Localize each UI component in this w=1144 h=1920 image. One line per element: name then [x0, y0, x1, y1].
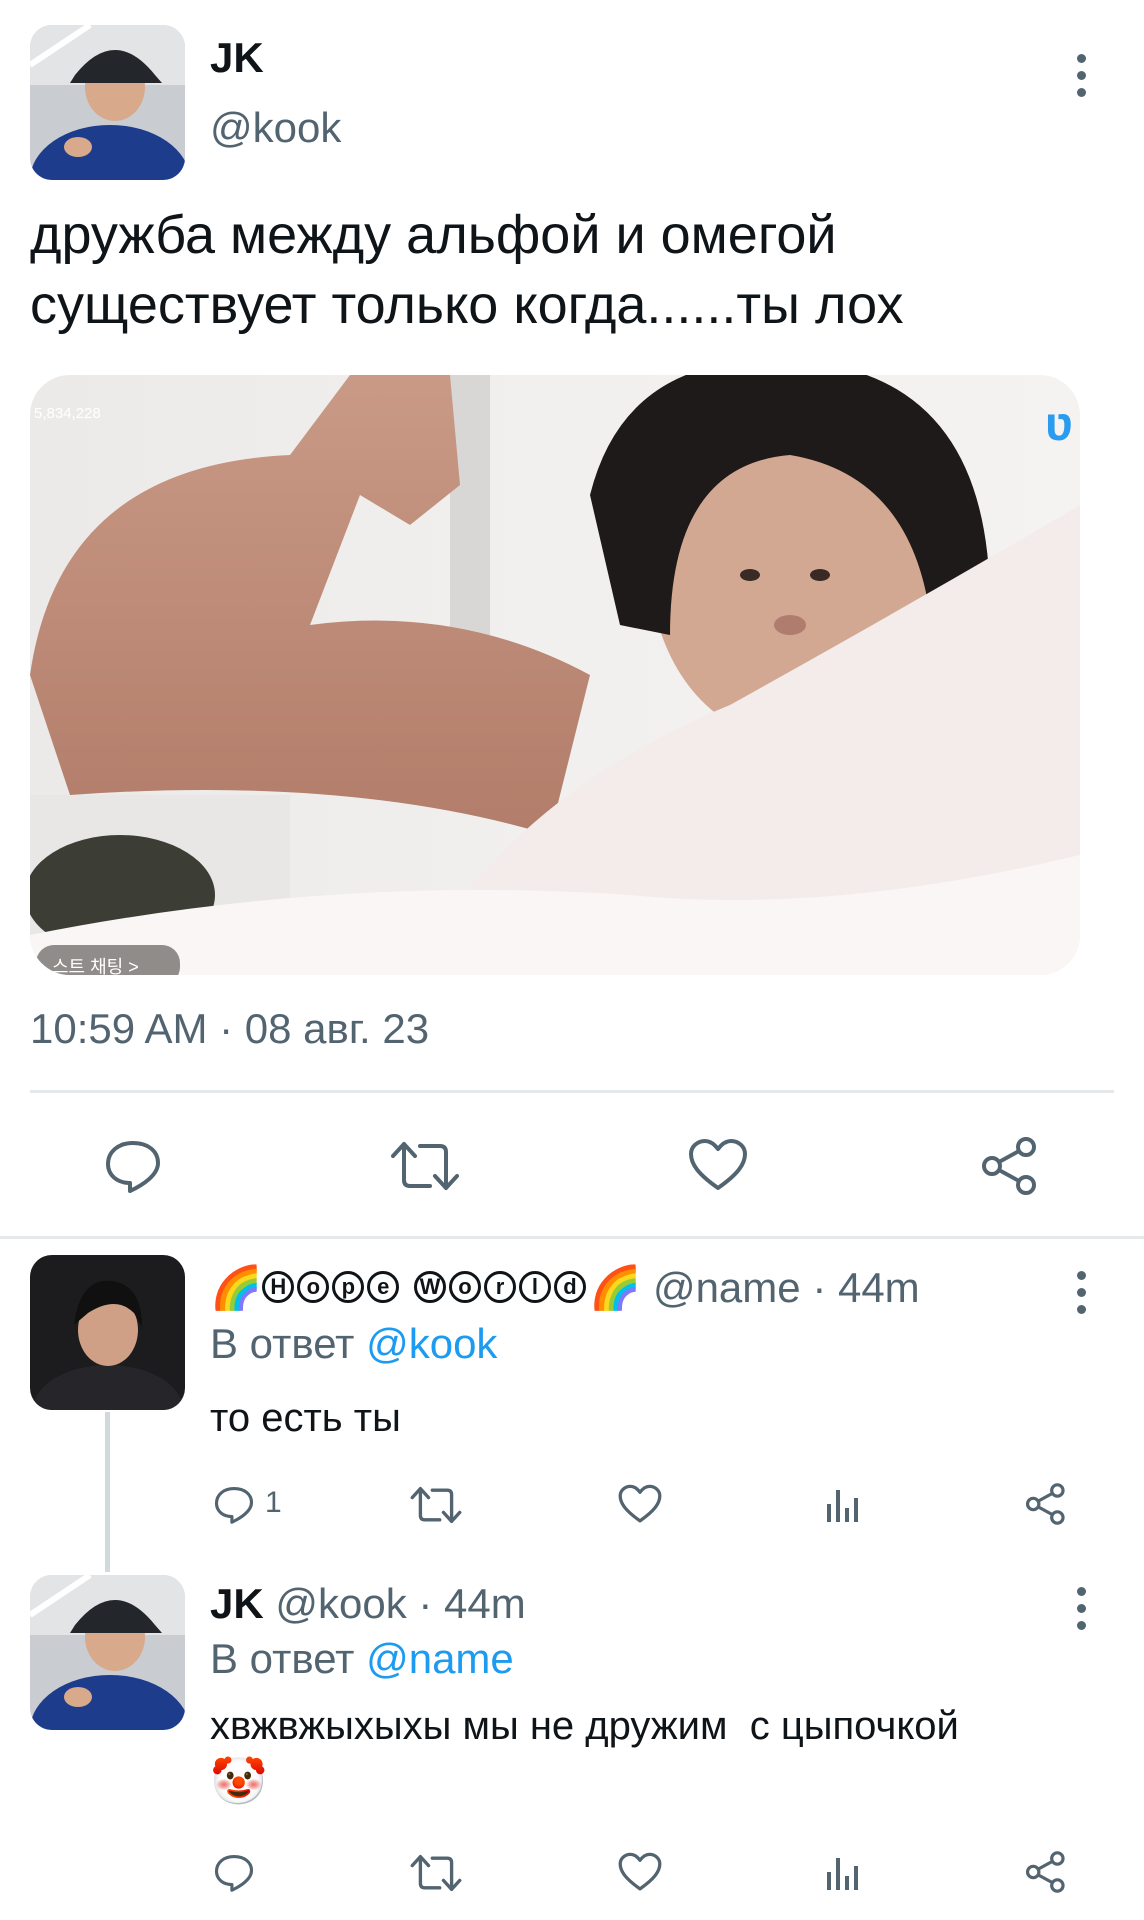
reply-avatar[interactable]: [30, 1255, 185, 1410]
display-name[interactable]: JK: [210, 1580, 264, 1627]
reply-avatar[interactable]: [30, 1575, 185, 1730]
tweet-text-line1: дружба между альфой и омегой: [30, 205, 837, 265]
reply-target-link[interactable]: @kook: [366, 1320, 497, 1367]
reply-context: В ответ @kook: [210, 1320, 497, 1368]
rainbow-icon: 🌈: [210, 1264, 263, 1311]
reply-text: то есть ты: [210, 1396, 401, 1440]
share-icon[interactable]: [1024, 1850, 1068, 1894]
display-name[interactable]: Hope World: [262, 1264, 589, 1311]
more-options-icon[interactable]: [1074, 1271, 1088, 1314]
reply-icon[interactable]: [213, 1482, 255, 1526]
image-badge-text: 스트 채팅 >: [52, 957, 139, 975]
views-icon[interactable]: [823, 1484, 863, 1524]
retweet-icon[interactable]: [410, 1852, 462, 1894]
retweet-icon[interactable]: [410, 1484, 462, 1526]
retweet-icon[interactable]: [390, 1138, 460, 1194]
svg-text:ʋ: ʋ: [1045, 398, 1073, 451]
photo-image: 5,834,228 스트 채팅 > ʋ: [30, 375, 1080, 975]
tweet-text-line2: существует только когда......ты лох: [30, 275, 904, 335]
avatar-image: [30, 25, 185, 180]
like-icon[interactable]: [618, 1852, 662, 1892]
reply-count: 1: [265, 1486, 282, 1519]
avatar-image: [30, 1255, 185, 1410]
section-divider: [0, 1236, 1144, 1239]
reply-icon[interactable]: [213, 1850, 255, 1894]
author-name[interactable]: JK: [210, 34, 264, 82]
author-avatar[interactable]: [30, 25, 185, 180]
author-handle[interactable]: @kook: [210, 104, 341, 152]
reply-icon[interactable]: [103, 1135, 163, 1195]
reply-context: В ответ @name: [210, 1635, 514, 1683]
clown-emoji-icon: 🤡: [210, 1755, 268, 1807]
views-icon[interactable]: [823, 1852, 863, 1892]
share-icon[interactable]: [1024, 1482, 1068, 1526]
image-counter: 5,834,228: [34, 405, 101, 422]
reply-age[interactable]: · 44m: [418, 1580, 525, 1627]
reply-age[interactable]: · 44m: [812, 1264, 919, 1311]
like-icon[interactable]: [688, 1138, 748, 1192]
divider: [30, 1090, 1114, 1093]
reply-prefix: В ответ: [210, 1635, 355, 1682]
like-icon[interactable]: [618, 1484, 662, 1524]
more-options-icon[interactable]: [1074, 54, 1088, 97]
more-options-icon[interactable]: [1074, 1587, 1088, 1630]
share-icon[interactable]: [980, 1135, 1040, 1197]
tweet-text: дружба между альфой и омегой существует …: [30, 200, 1110, 340]
reply-text: хвжвжыхыхы мы не дружим с цыпочкой 🤡: [210, 1699, 1110, 1809]
reply-text-content: хвжвжыхыхы мы не дружим с цыпочкой: [210, 1704, 959, 1748]
reply-handle[interactable]: @name: [653, 1264, 801, 1311]
reply-handle[interactable]: @kook: [275, 1580, 406, 1627]
reply-target-link[interactable]: @name: [366, 1635, 514, 1682]
reply-prefix: В ответ: [210, 1320, 355, 1367]
avatar-image: [30, 1575, 185, 1730]
reply-header: JK @kook · 44m: [210, 1580, 526, 1628]
thread-line: [105, 1412, 110, 1572]
reply-header: 🌈 Ho p e Wo r l d 🌈 @name · 44m: [210, 1264, 920, 1313]
tweet-timestamp[interactable]: 10:59 AM · 08 авг. 23: [30, 1005, 429, 1053]
rainbow-icon: 🌈: [588, 1264, 642, 1311]
tweet-photo[interactable]: 5,834,228 스트 채팅 > ʋ: [30, 375, 1080, 975]
